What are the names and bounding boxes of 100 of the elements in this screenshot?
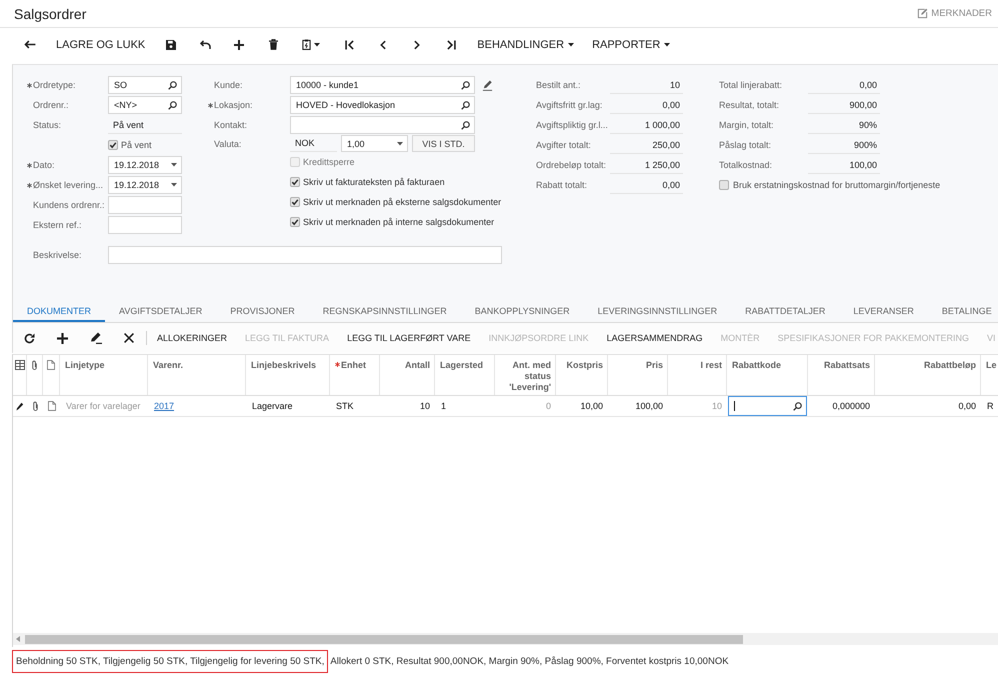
- column-header[interactable]: Rabattkode: [727, 355, 808, 395]
- table-cell-text: 0: [544, 400, 552, 413]
- horizontal-scrollbar[interactable]: [13, 633, 998, 645]
- tab[interactable]: PROVISJONER: [216, 302, 309, 322]
- table-cell-text: 10: [710, 400, 723, 413]
- chevron-left-icon: [380, 40, 386, 50]
- checkbox[interactable]: [108, 140, 118, 150]
- column-header[interactable]: Linjebeskrivels: [246, 355, 330, 395]
- total-label: Total linjerabatt:: [719, 80, 784, 90]
- tab[interactable]: LEVERINGSINNSTILLINGER: [584, 302, 732, 322]
- status-text: Allokert 0 STK, Resultat 900,00NOK, Margin 90%, Påslag 900%, Forventet kostpris 10,00NOK: [330, 656, 729, 666]
- column-header[interactable]: Rabattsats: [808, 355, 875, 395]
- caret-icon: [568, 42, 574, 46]
- table-cell-text: 0,000000: [831, 400, 871, 413]
- input-field[interactable]: [108, 216, 182, 234]
- field-label: Ordrenr.:: [32, 100, 69, 110]
- checkbox-label: Kredittsperre: [303, 157, 355, 167]
- notes-button[interactable]: MERKNADER: [917, 4, 992, 22]
- save-close-button[interactable]: LAGRE OG LUKK: [47, 32, 154, 56]
- field-label: Kunde:: [213, 80, 243, 90]
- caret-icon: [314, 42, 320, 46]
- total-value: 100,00: [808, 156, 880, 174]
- paperclip-icon[interactable]: [32, 400, 38, 412]
- date-field[interactable]: 19.12.2018: [108, 156, 182, 174]
- checkbox[interactable]: [290, 217, 300, 227]
- checkbox-label: Skriv ut fakturateksten på fakturaen: [303, 177, 445, 187]
- table-cell-text: 100,00: [634, 400, 664, 413]
- lookup-field[interactable]: <NY>: [108, 96, 182, 114]
- total-label: Resultat, totalt:: [719, 100, 780, 110]
- search-icon[interactable]: [461, 120, 470, 130]
- scrollbar-thumb[interactable]: [25, 634, 743, 644]
- column-header[interactable]: Antall: [380, 355, 435, 395]
- column-header[interactable]: I rest: [668, 355, 727, 395]
- trash-icon: [268, 39, 278, 50]
- menu-button[interactable]: BEHANDLINGER: [468, 32, 584, 56]
- refresh-icon: [24, 332, 35, 344]
- add-icon: [234, 40, 244, 50]
- column-header[interactable]: Rabattbeløp: [875, 355, 981, 395]
- lookup-field[interactable]: SO: [108, 76, 182, 94]
- total-value: 0,00: [610, 176, 683, 194]
- search-icon[interactable]: [793, 402, 802, 410]
- lookup-field[interactable]: HOVED - Hovedlokasjon: [290, 96, 475, 114]
- tab[interactable]: LEVERANSER: [839, 302, 928, 322]
- search-icon[interactable]: [168, 100, 177, 110]
- table-cell-text: 10,00: [579, 400, 604, 413]
- lookup-field[interactable]: 10000 - kunde1: [290, 76, 475, 94]
- total-value: 90%: [808, 116, 880, 134]
- edit-icon[interactable]: [482, 80, 493, 90]
- column-header[interactable]: Lagersted: [435, 355, 495, 395]
- total-label: Avgiftsfritt gr.lag:: [536, 100, 604, 110]
- search-icon[interactable]: [168, 80, 177, 90]
- checkbox[interactable]: [719, 180, 729, 190]
- menu-button[interactable]: RAPPORTER: [583, 32, 680, 56]
- lookup-field[interactable]: [728, 396, 807, 416]
- highlighted-status-text: Beholdning 50 STK, Tilgjengelig 50 STK, Tilgjengelig for levering 50 STK,: [12, 650, 328, 672]
- show-base-currency-button[interactable]: VIS I STD.: [412, 135, 475, 152]
- date-field[interactable]: 19.12.2018: [108, 176, 182, 194]
- grid-settings-icon[interactable]: [14, 360, 24, 370]
- table-cell-text: 1: [440, 400, 448, 413]
- column-header[interactable]: Le: [981, 355, 998, 395]
- column-header[interactable]: Linjetype: [60, 355, 148, 395]
- total-label: Rabatt totalt:: [536, 180, 588, 190]
- table-cell-text: Lagervare: [251, 400, 294, 413]
- tab[interactable]: RABATTDETALJER: [731, 302, 840, 322]
- search-icon[interactable]: [461, 80, 470, 90]
- paperclip-icon: [31, 360, 38, 371]
- field-label: Kundens ordrenr.:: [32, 200, 105, 210]
- total-value: 10: [610, 76, 683, 94]
- description-field[interactable]: [108, 246, 502, 264]
- column-header[interactable]: Enhet: [330, 355, 380, 395]
- rate-dropdown[interactable]: 1,00: [341, 135, 408, 152]
- grid-action-button[interactable]: LEGG TIL LAGERFØRT VARE: [338, 328, 480, 348]
- search-icon[interactable]: [461, 100, 470, 110]
- input-field[interactable]: [108, 196, 182, 214]
- tab[interactable]: AVGIFTSDETALJER: [105, 302, 216, 322]
- column-header[interactable]: Pris: [608, 355, 668, 395]
- total-value: 1 000,00: [610, 116, 683, 134]
- total-label: Ordrebeløp totalt:: [536, 160, 608, 170]
- field-label: Dato:: [32, 160, 55, 170]
- caret-icon[interactable]: [171, 163, 177, 167]
- tab[interactable]: BETALINGE: [928, 302, 998, 322]
- item-link[interactable]: 2017: [154, 401, 174, 411]
- grid-action-button[interactable]: ALLOKERINGER: [148, 328, 236, 348]
- field-label: Ekstern ref.:: [32, 220, 82, 230]
- total-value: 900,00: [808, 96, 880, 114]
- column-header[interactable]: Varenr.: [148, 355, 246, 395]
- caret-icon[interactable]: [171, 183, 177, 187]
- field-label: Ordretype:: [32, 80, 76, 90]
- caret-icon[interactable]: [397, 142, 403, 146]
- undo-icon: [200, 40, 211, 49]
- tab[interactable]: REGNSKAPSINNSTILLINGER: [308, 302, 461, 322]
- checkbox[interactable]: [290, 177, 300, 187]
- grid-action-button[interactable]: LAGERSAMMENDRAG: [598, 328, 712, 348]
- column-header[interactable]: Kostpris: [556, 355, 608, 395]
- field-label: Ønsket levering...: [32, 180, 104, 190]
- tab[interactable]: BANKOPPLYSNINGER: [460, 302, 584, 322]
- checkbox[interactable]: [290, 197, 300, 207]
- document-icon[interactable]: [48, 401, 56, 411]
- column-header[interactable]: Ant. med status 'Levering': [495, 355, 556, 395]
- total-label: Totalkostnad:: [719, 160, 774, 170]
